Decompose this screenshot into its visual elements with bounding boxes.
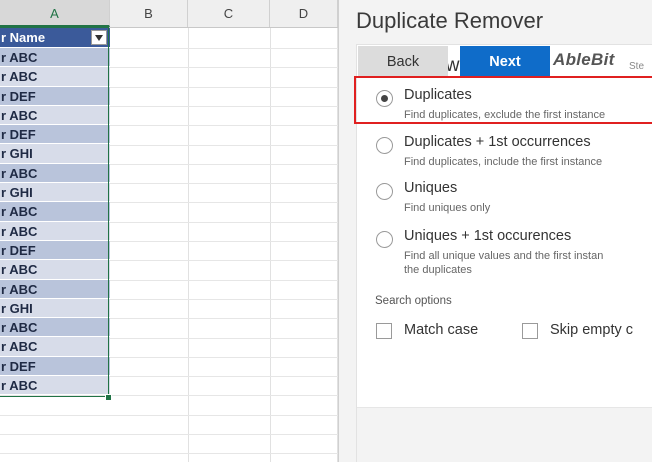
skip-empty-checkbox[interactable] — [522, 323, 538, 339]
spreadsheet: A B C D r Name r ABC r ABC r DEF r ABC r DEF… — [0, 0, 338, 462]
option-label: Uniques + 1st occurences — [404, 228, 572, 244]
column-header-b[interactable]: B — [110, 0, 188, 27]
header-cell[interactable]: r Name — [0, 28, 110, 48]
search-options-label: Search options — [375, 295, 452, 307]
option-label: Duplicates + 1st occurrences — [404, 134, 591, 150]
grid-row-line — [0, 434, 338, 435]
radio-uniques-first[interactable] — [376, 231, 393, 248]
column-headers: A B C D — [0, 0, 338, 28]
header-cell-text: r Name — [1, 30, 46, 45]
cell-a3[interactable]: r ABC — [0, 67, 110, 87]
cell-a2[interactable]: r ABC — [0, 48, 110, 68]
match-case-checkbox[interactable] — [376, 323, 392, 339]
cell-a10[interactable]: r ABC — [0, 202, 110, 222]
radio-duplicates-first[interactable] — [376, 137, 393, 154]
cell-a9[interactable]: r GHI — [0, 183, 110, 203]
pane-title: Duplicate Remover — [356, 8, 544, 33]
next-button[interactable]: Next — [460, 46, 550, 76]
cell-a6[interactable]: r DEF — [0, 125, 110, 145]
fill-handle[interactable] — [105, 394, 112, 401]
column-header-a[interactable]: A — [0, 0, 110, 27]
grid-row-line — [0, 414, 338, 416]
cell-a7[interactable]: r GHI — [0, 144, 110, 164]
cell-a12[interactable]: r DEF — [0, 240, 110, 261]
cell-a8[interactable]: r ABC — [0, 163, 110, 184]
cell-a5[interactable]: r ABC — [0, 105, 110, 126]
option-label: Uniques — [404, 180, 458, 196]
cell-a15[interactable]: r GHI — [0, 298, 110, 319]
grid-row-line — [0, 453, 338, 455]
cell-a4[interactable]: r DEF — [0, 86, 110, 106]
cell-a16[interactable]: r ABC — [0, 318, 110, 338]
back-button[interactable]: Back — [358, 46, 448, 76]
step-indicator: Ste — [629, 61, 645, 72]
cell-a18[interactable]: r DEF — [0, 356, 110, 377]
cell-a11[interactable]: r ABC — [0, 221, 110, 241]
option-description: Find all unique values and the first ins… — [404, 250, 604, 262]
column-a-cells: r Name r ABC r ABC r DEF r ABC r DEF r GHI r A… — [0, 28, 110, 396]
column-header-d[interactable]: D — [270, 0, 338, 27]
match-case-label[interactable]: Match case — [404, 322, 478, 338]
grid-row-line — [0, 395, 338, 397]
highlight-box — [354, 76, 652, 124]
option-description-2: the duplicates — [404, 264, 472, 276]
cell-a17[interactable]: r ABC — [0, 337, 110, 357]
wizard-footer — [357, 407, 652, 462]
duplicate-remover-pane: Duplicate Remover Choose what to find St… — [338, 0, 652, 462]
option-description: Find uniques only — [404, 202, 491, 214]
column-header-c[interactable]: C — [188, 0, 270, 27]
option-description: Find duplicates, include the first insta… — [404, 156, 603, 168]
radio-uniques[interactable] — [376, 183, 393, 200]
cell-a13[interactable]: r ABC — [0, 260, 110, 280]
skip-empty-label[interactable]: Skip empty c — [550, 322, 633, 338]
cell-a14[interactable]: r ABC — [0, 279, 110, 299]
filter-dropdown-icon[interactable] — [91, 30, 107, 45]
cell-a19[interactable]: r ABC — [0, 376, 110, 396]
ablebits-logo: AbleBit — [553, 50, 615, 69]
